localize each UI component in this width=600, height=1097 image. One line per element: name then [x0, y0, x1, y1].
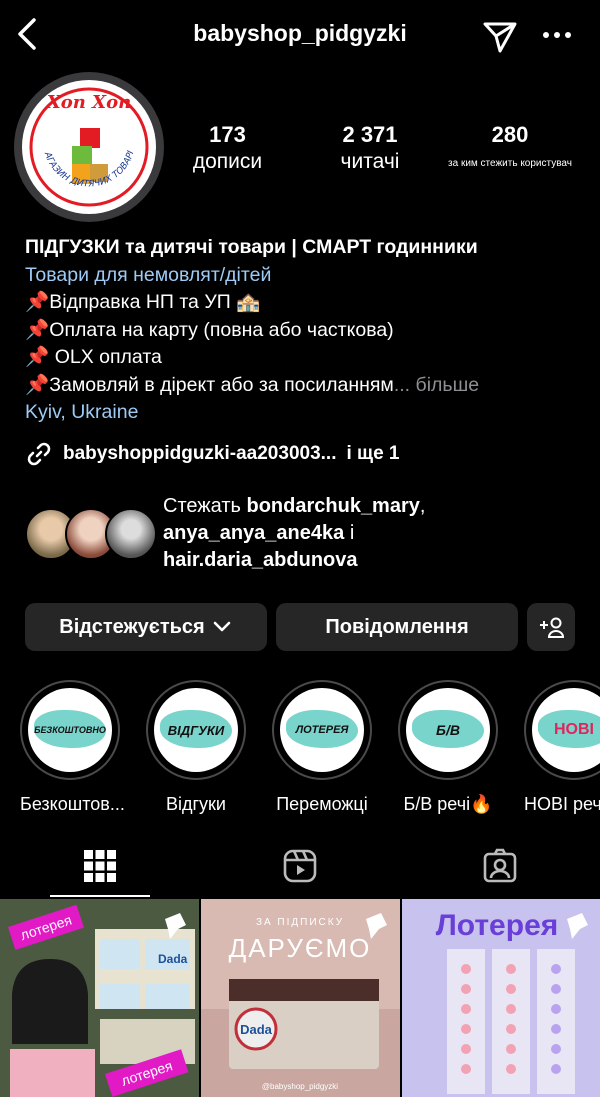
- highlight-cover-text: БЕЗКОШТОВНО: [34, 725, 106, 735]
- grid-tab-icon[interactable]: [82, 848, 118, 884]
- post-thumbnail[interactable]: лотерея лотерея Dada: [0, 899, 199, 1097]
- highlight-cover: ЛОТЕРЕЯ: [280, 688, 364, 772]
- shop-logo: Хоп Хоп МАГАЗИН ДИТЯЧИХ ТОВАРІВ: [22, 80, 149, 207]
- mutual-prefix: Стежать: [163, 495, 241, 517]
- top-bar: babyshop_pidgyzki: [0, 0, 600, 70]
- message-button-label: Повідомлення: [325, 615, 469, 638]
- profile-name: ПІДГУЗКИ та дитячі товари | СМАРТ годинн…: [25, 236, 478, 258]
- mutual-followers-text[interactable]: Стежать bondarchuk_mary, anya_anya_ane4k…: [163, 493, 583, 574]
- highlight-cover-text: Б/В: [436, 722, 460, 738]
- post-thumbnail[interactable]: Лотерея: [402, 899, 600, 1097]
- post-thumbnail[interactable]: ЗА ПІДПИСКУ ДАРУЄМО Dada @babyshop_pidgy…: [201, 899, 400, 1097]
- message-button[interactable]: Повідомлення: [276, 603, 518, 651]
- mutual-followers-avatars[interactable]: [25, 508, 157, 560]
- following-button-label: Відстежується: [59, 615, 205, 638]
- profile-bio: ПІДГУЗКИ та дитячі товари | СМАРТ годинн…: [25, 234, 585, 427]
- followers-stat[interactable]: 2 371 читачі: [320, 122, 420, 174]
- followers-label: читачі: [340, 150, 400, 173]
- mutual-separator: і: [349, 522, 355, 544]
- highlight-cover: Б/В: [406, 688, 490, 772]
- bio-line-1: 📌Відправка НП та УП 🏤: [25, 291, 261, 313]
- post-top-text: ЗА ПІДПИСКУ: [256, 917, 344, 928]
- following-label: за ким стежить користувач: [448, 158, 572, 169]
- bio-link-url[interactable]: babyshoppidguzki-aa203003...: [63, 443, 336, 465]
- highlight-ring: НОВІ: [524, 680, 600, 780]
- profile-avatar[interactable]: Хоп Хоп МАГАЗИН ДИТЯЧИХ ТОВАРІВ: [22, 80, 156, 214]
- highlight-caption: Відгуки: [165, 794, 226, 814]
- reels-tab-icon[interactable]: [282, 848, 318, 884]
- bio-more-link[interactable]: більше: [416, 374, 480, 396]
- suggest-users-button[interactable]: [527, 603, 575, 651]
- profile-tabs: [0, 840, 600, 898]
- active-tab-indicator: [50, 895, 150, 897]
- bio-ellipsis: ...: [393, 373, 411, 396]
- mutual-user-2[interactable]: anya_anya_ane4ka: [163, 522, 344, 544]
- highlight-caption: НОВІ речі: [524, 794, 600, 814]
- bio-line-2: 📌Оплата на карту (повна або часткова): [25, 318, 394, 341]
- highlight-ring: ВІДГУКИ: [146, 680, 246, 780]
- posts-stat[interactable]: 173 дописи: [180, 122, 275, 174]
- profile-category: Товари для немовлят/дітей: [25, 263, 272, 286]
- highlight-reviews[interactable]: ВІДГУКИ Відгуки: [146, 680, 246, 815]
- send-message-icon[interactable]: [480, 16, 520, 56]
- highlight-cover: НОВІ: [532, 688, 600, 772]
- highlight-cover-text: ЛОТЕРЕЯ: [295, 724, 349, 736]
- post-image: лотерея лотерея Dada: [0, 899, 199, 1097]
- following-count: 280: [491, 122, 529, 147]
- bio-line-4: 📌Замовляй в дірект або за посиланням... …: [25, 372, 585, 400]
- highlight-caption: Б/В речі🔥: [403, 794, 493, 814]
- highlight-cover: БЕЗКОШТОВНО: [28, 688, 112, 772]
- tagged-tab-icon[interactable]: [482, 848, 518, 884]
- posts-label: дописи: [192, 150, 263, 173]
- highlight-ring: БЕЗКОШТОВНО: [20, 680, 120, 780]
- profile-location[interactable]: Kyiv, Ukraine: [25, 399, 585, 427]
- post-handle: @babyshop_pidgyzki: [262, 1082, 338, 1091]
- highlight-cover-text: ВІДГУКИ: [167, 722, 225, 738]
- post-brand: Dada: [240, 1022, 273, 1037]
- add-person-icon: [540, 617, 565, 638]
- logo-top-text: Хоп Хоп: [46, 92, 131, 113]
- post-headline: Лотерея: [436, 909, 559, 942]
- post-image: Лотерея: [402, 899, 600, 1097]
- mutual-user-3[interactable]: hair.daria_abdunova: [163, 549, 358, 571]
- highlight-caption: Безкоштов...: [20, 794, 125, 814]
- following-stat[interactable]: 280 за ким стежить користувач: [440, 122, 580, 169]
- following-button[interactable]: Відстежується: [25, 603, 267, 651]
- mutual-user-1[interactable]: bondarchuk_mary: [246, 495, 419, 517]
- bio-line-3: 📌 OLX оплата: [25, 346, 162, 368]
- post-image: ЗА ПІДПИСКУ ДАРУЄМО Dada @babyshop_pidgy…: [201, 899, 400, 1097]
- bio-line-4-text: 📌Замовляй в дірект або за посиланням: [25, 373, 394, 396]
- more-options-icon[interactable]: [540, 22, 574, 48]
- posts-count: 173: [209, 122, 246, 147]
- post-headline: ДАРУЄМО: [229, 933, 372, 963]
- highlight-caption: Переможці: [276, 794, 368, 814]
- highlight-ring: ЛОТЕРЕЯ: [272, 680, 372, 780]
- link-icon: [27, 442, 51, 466]
- mutual-avatar: [105, 508, 157, 560]
- highlight-new[interactable]: НОВІ НОВІ речі: [524, 680, 600, 815]
- highlight-winners[interactable]: ЛОТЕРЕЯ Переможці: [272, 680, 372, 815]
- highlight-free[interactable]: БЕЗКОШТОВНО Безкоштов...: [20, 680, 125, 815]
- followers-count: 2 371: [342, 122, 398, 147]
- mutual-separator: ,: [419, 495, 426, 517]
- highlight-used[interactable]: Б/В Б/В речі🔥: [398, 680, 498, 815]
- chevron-down-icon: [213, 621, 231, 632]
- bio-link-more[interactable]: і ще 1: [346, 443, 399, 465]
- highlight-ring: Б/В: [398, 680, 498, 780]
- bio-link[interactable]: babyshoppidguzki-aa203003... і ще 1: [25, 440, 400, 468]
- highlight-cover-text: НОВІ: [554, 721, 594, 738]
- highlight-cover: ВІДГУКИ: [154, 688, 238, 772]
- post-brand: Dada: [158, 952, 188, 966]
